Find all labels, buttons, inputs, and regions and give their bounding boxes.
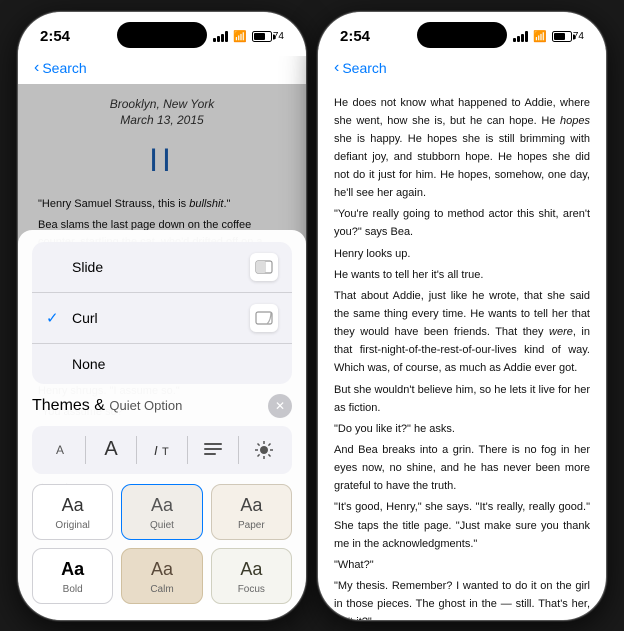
battery-icon-right: 74 xyxy=(552,31,584,42)
font-style-button[interactable]: IT xyxy=(144,432,180,468)
dynamic-island-right xyxy=(417,22,507,48)
theme-focus[interactable]: Aa Focus xyxy=(211,548,292,604)
theme-paper-aa: Aa xyxy=(240,495,262,516)
svg-text:T: T xyxy=(162,446,169,458)
themes-header: Themes & Quiet Option ✕ xyxy=(32,394,292,418)
font-brightness-button[interactable] xyxy=(246,432,282,468)
back-label-left: Search xyxy=(42,60,86,76)
font-divider-3 xyxy=(187,436,188,464)
slide-icon xyxy=(250,253,278,281)
wifi-icon: 📶 xyxy=(233,30,247,43)
signal-icon xyxy=(213,31,228,42)
theme-original[interactable]: Aa Original xyxy=(32,484,113,540)
svg-text:I: I xyxy=(154,443,158,458)
font-divider-2 xyxy=(136,436,137,464)
slide-panel: ✓ Slide ✓ Curl xyxy=(18,230,306,620)
theme-calm-aa: Aa xyxy=(151,559,173,580)
nav-bar-right: ‹ Search xyxy=(318,56,606,84)
right-phone: 2:54 📶 74 ‹ Search He does not know what xyxy=(317,11,607,621)
dynamic-island xyxy=(117,22,207,48)
slide-option-slide[interactable]: ✓ Slide xyxy=(32,242,292,293)
rp-4: That about Addie, just like he wrote, th… xyxy=(334,287,590,378)
curl-icon xyxy=(250,304,278,332)
theme-original-label: Original xyxy=(55,520,89,531)
font-layout-button[interactable] xyxy=(195,432,231,468)
font-increase-button[interactable]: A xyxy=(93,432,129,468)
theme-calm-label: Calm xyxy=(150,584,173,595)
slide-options: ✓ Slide ✓ Curl xyxy=(32,242,292,384)
slide-label: Slide xyxy=(72,259,103,275)
slide-option-curl-left: ✓ Curl xyxy=(46,309,98,327)
back-button-right[interactable]: ‹ Search xyxy=(334,60,387,76)
rp-10: "My thesis. Remember? I wanted to do it … xyxy=(334,577,590,620)
theme-bold-label: Bold xyxy=(63,584,83,595)
signal-icon-right xyxy=(513,31,528,42)
theme-quiet[interactable]: Aa Quiet xyxy=(121,484,202,540)
slide-option-none[interactable]: ✓ None xyxy=(32,344,292,384)
rp-3: He wants to tell her it's all true. xyxy=(334,266,590,284)
time-right: 2:54 xyxy=(340,28,370,45)
checkmark-curl: ✓ xyxy=(46,309,64,327)
rp-6: "Do you like it?" he asks. xyxy=(334,420,590,438)
status-icons-right: 📶 74 xyxy=(513,30,584,43)
battery-icon: 74 xyxy=(252,31,284,42)
rp-8: "It's good, Henry," she says. "It's real… xyxy=(334,498,590,552)
theme-bold-aa: Aa xyxy=(61,559,84,580)
wifi-icon-right: 📶 xyxy=(533,30,547,43)
theme-paper-label: Paper xyxy=(238,520,265,531)
rp-0: He does not know what happened to Addie,… xyxy=(334,94,590,203)
theme-paper[interactable]: Aa Paper xyxy=(211,484,292,540)
theme-bold[interactable]: Aa Bold xyxy=(32,548,113,604)
theme-focus-aa: Aa xyxy=(240,559,262,580)
themes-title-text: Themes & xyxy=(32,397,105,414)
close-button[interactable]: ✕ xyxy=(268,394,292,418)
chevron-left-icon-right: ‹ xyxy=(334,60,339,76)
nav-bar-left: ‹ Search xyxy=(18,56,306,84)
back-button-left[interactable]: ‹ Search xyxy=(34,60,87,76)
rp-2: Henry looks up. xyxy=(334,245,590,263)
rp-5: But she wouldn't believe him, so he lets… xyxy=(334,381,590,417)
phones-container: 2:54 📶 74 ‹ Search xyxy=(17,11,607,621)
theme-quiet-label: Quiet xyxy=(150,520,174,531)
theme-grid: Aa Original Aa Quiet Aa Paper Aa Bold Aa xyxy=(32,484,292,604)
slide-option-curl[interactable]: ✓ Curl xyxy=(32,293,292,344)
font-controls: A A IT xyxy=(32,426,292,474)
left-phone: 2:54 📶 74 ‹ Search xyxy=(17,11,307,621)
theme-calm[interactable]: Aa Calm xyxy=(121,548,202,604)
rp-7: And Bea breaks into a grin. There is no … xyxy=(334,441,590,495)
theme-focus-label: Focus xyxy=(238,584,265,595)
font-divider-4 xyxy=(238,436,239,464)
none-label: None xyxy=(72,356,105,372)
rp-1: "You're really going to method actor thi… xyxy=(334,205,590,241)
font-divider-1 xyxy=(85,436,86,464)
rp-9: "What?" xyxy=(334,556,590,574)
time-left: 2:54 xyxy=(40,28,70,45)
chevron-left-icon: ‹ xyxy=(34,60,39,76)
theme-original-aa: Aa xyxy=(62,495,84,516)
slide-option-slide-left: ✓ Slide xyxy=(46,258,103,276)
font-decrease-button[interactable]: A xyxy=(42,432,78,468)
book-content-right: He does not know what happened to Addie,… xyxy=(318,84,606,621)
back-label-right: Search xyxy=(342,60,386,76)
status-icons-left: 📶 74 xyxy=(213,30,284,43)
curl-label: Curl xyxy=(72,310,98,326)
slide-option-none-left: ✓ None xyxy=(46,355,105,373)
theme-quiet-aa: Aa xyxy=(151,495,173,516)
themes-title: Themes & Quiet Option xyxy=(32,397,182,415)
quiet-option-text: Quiet Option xyxy=(109,398,182,413)
